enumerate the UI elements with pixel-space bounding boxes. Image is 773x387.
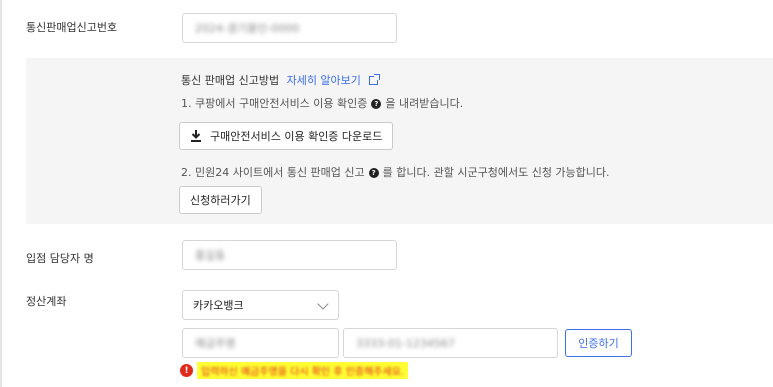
account-holder-input[interactable]: 예금주명 [182,328,339,358]
chevron-down-icon [317,298,329,310]
apply-button[interactable]: 신청하러가기 [179,186,262,214]
download-certificate-label: 구매안전서비스 이용 확인증 다운로드 [210,130,383,143]
manager-name-value: 홍길동 [195,249,226,262]
guide-title-text: 통신 판매업 신고방법 [181,74,280,87]
download-certificate-button[interactable]: 구매안전서비스 이용 확인증 다운로드 [179,122,394,150]
manager-name-label: 입점 담당자 명 [26,252,94,265]
download-icon [190,130,202,142]
bank-select[interactable]: 카카오뱅크 [182,290,339,320]
settlement-account-label: 정산계좌 [26,295,67,308]
question-icon[interactable]: ? [371,99,382,109]
learn-more-link[interactable]: 자세히 알아보기 [287,74,361,87]
account-number-value: 3333-01-1234567 [356,336,455,350]
guide-step-1-text: 1. 쿠팡에서 구매안전서비스 이용 확인증 [181,97,368,110]
apply-button-label: 신청하러가기 [190,194,251,207]
question-icon[interactable]: ? [368,168,379,178]
telecom-sales-number-input[interactable]: 2024-경기용인-0000 [182,13,397,43]
account-number-input[interactable]: 3333-01-1234567 [343,328,558,358]
manager-name-input[interactable]: 홍길동 [182,240,397,270]
account-error-message: ! 입력하신 예금주명을 다시 확인 후 인증해주세요. [180,362,409,379]
verify-account-button[interactable]: 인증하기 [565,329,632,357]
guide-step-2: 2. 민원24 사이트에서 통신 판매업 신고? 를 합니다. 관할 시군구청에서… [181,164,610,180]
telecom-sales-number-label: 통신판매업신고번호 [26,21,118,34]
account-holder-value: 예금주명 [195,337,236,350]
bank-select-value: 카카오뱅크 [193,299,244,312]
report-guide-panel: 통신 판매업 신고방법 자세히 알아보기 1. 쿠팡에서 구매안전서비스 이용 … [26,58,773,224]
guide-step-2-text: 2. 민원24 사이트에서 통신 판매업 신고 [181,166,365,179]
external-link-icon[interactable] [369,74,381,85]
guide-step-2-suffix: 를 합니다. 관할 시군구청에서도 신청 가능합니다. [382,166,610,179]
guide-title: 통신 판매업 신고방법 자세히 알아보기 [181,72,381,88]
error-icon: ! [180,364,193,377]
error-text: 입력하신 예금주명을 다시 확인 후 인증해주세요. [201,367,405,378]
left-divider [0,0,2,387]
error-highlight: 입력하신 예금주명을 다시 확인 후 인증해주세요. [197,362,409,379]
telecom-sales-number-value: 2024-경기용인-0000 [195,22,300,35]
guide-step-1: 1. 쿠팡에서 구매안전서비스 이용 확인증? 을 내려받습니다. [181,95,463,111]
guide-step-1-suffix: 을 내려받습니다. [385,97,464,110]
